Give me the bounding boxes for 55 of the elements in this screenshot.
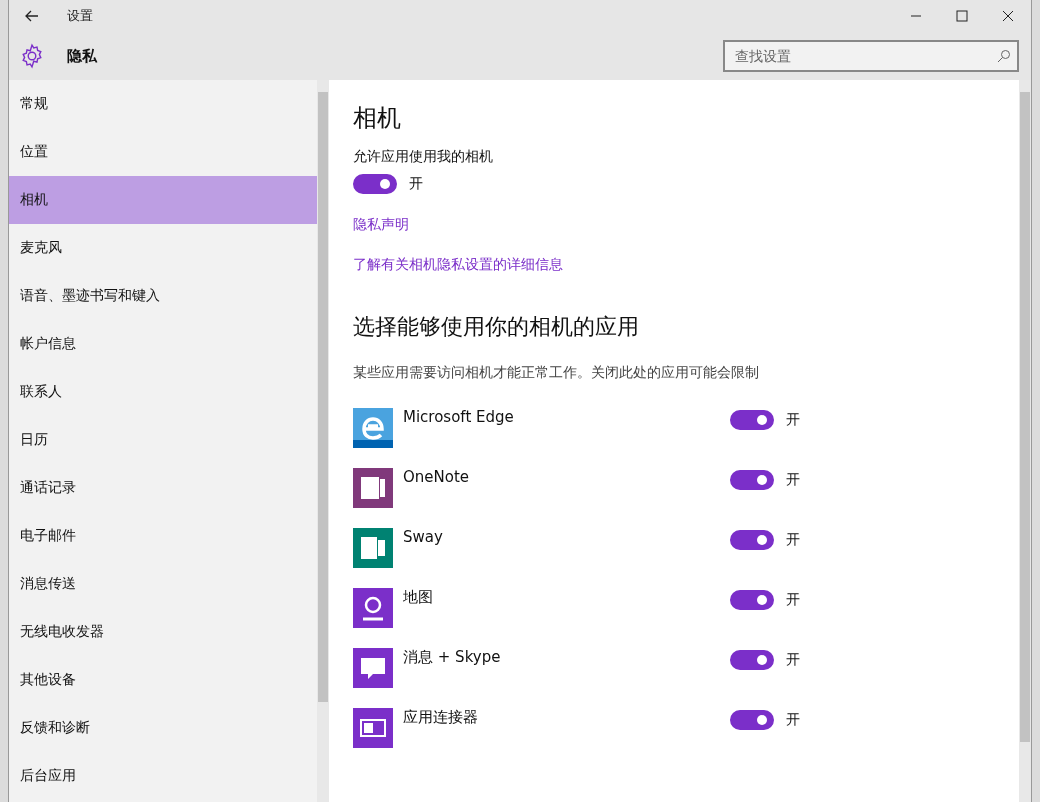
sidebar-item[interactable]: 联系人 (9, 368, 317, 416)
toggle-switch[interactable] (353, 174, 397, 194)
app-name: Microsoft Edge (403, 408, 515, 426)
link[interactable]: 了解有关相机隐私设置的详细信息 (353, 256, 995, 274)
sidebar-item[interactable]: 麦克风 (9, 224, 317, 272)
sidebar-item[interactable]: 反馈和诊断 (9, 704, 317, 752)
app-tile-icon (353, 528, 393, 568)
app-name: 地图 (403, 588, 434, 607)
sidebar-item[interactable]: 语音、墨迹书写和键入 (9, 272, 317, 320)
app-name: 应用连接器 (403, 708, 479, 727)
sidebar-item[interactable]: 日历 (9, 416, 317, 464)
setting-label: 允许应用使用我的相机 (353, 148, 494, 166)
sidebar-item[interactable]: 相机 (9, 176, 317, 224)
section-title: 选择能够使用你的相机的应用 (353, 313, 640, 341)
search-icon (997, 49, 1011, 63)
app-tile-icon (353, 648, 393, 688)
toggle-switch[interactable] (730, 590, 774, 610)
sidebar-item[interactable]: 通话记录 (9, 464, 317, 512)
app-name: OneNote (403, 468, 471, 486)
app-tile-icon (353, 708, 393, 748)
description: 某些应用需要访问相机才能正常工作。关闭此处的应用可能会限制 (353, 364, 760, 382)
toggle-state: 开 (786, 531, 800, 549)
toggle-switch[interactable] (730, 470, 774, 490)
sidebar-item[interactable]: 位置 (9, 128, 317, 176)
section-title: 相机 (353, 103, 402, 134)
toggle-switch[interactable] (730, 650, 774, 670)
toggle-state: 开 (786, 711, 800, 729)
sidebar-item[interactable]: 后台应用 (9, 752, 317, 800)
app-tile-icon (353, 468, 393, 508)
sidebar-item[interactable]: 常规 (9, 80, 317, 128)
page-title: 隐私 (67, 46, 98, 66)
toggle-state: 开 (786, 591, 800, 609)
toggle-state: 开 (786, 471, 800, 489)
sidebar-item[interactable]: 电子邮件 (9, 512, 317, 560)
sidebar-item[interactable]: 无线电收发器 (9, 608, 317, 656)
toggle-switch[interactable] (730, 530, 774, 550)
app-tile-icon (353, 588, 393, 628)
toggle-switch[interactable] (730, 410, 774, 430)
maximize-icon (956, 10, 968, 22)
gear-icon (19, 43, 45, 69)
toggle-state: 开 (786, 411, 800, 429)
close-icon (1002, 10, 1014, 22)
app-tile-icon (353, 408, 393, 448)
app-name: 消息 + Skype (403, 648, 502, 667)
arrow-left-icon (24, 8, 40, 24)
app-name: Sway (403, 528, 444, 546)
toggle-state: 开 (786, 651, 800, 669)
toggle-switch[interactable] (730, 710, 774, 730)
sidebar-item[interactable]: 其他设备 (9, 656, 317, 704)
search-field[interactable]: 查找设置 (723, 40, 1019, 72)
link[interactable]: 隐私声明 (353, 216, 995, 234)
sidebar-item[interactable]: 消息传送 (9, 560, 317, 608)
toggle-state: 开 (409, 175, 423, 193)
window-title: 设置 (67, 7, 94, 25)
sidebar-item[interactable]: 帐户信息 (9, 320, 317, 368)
